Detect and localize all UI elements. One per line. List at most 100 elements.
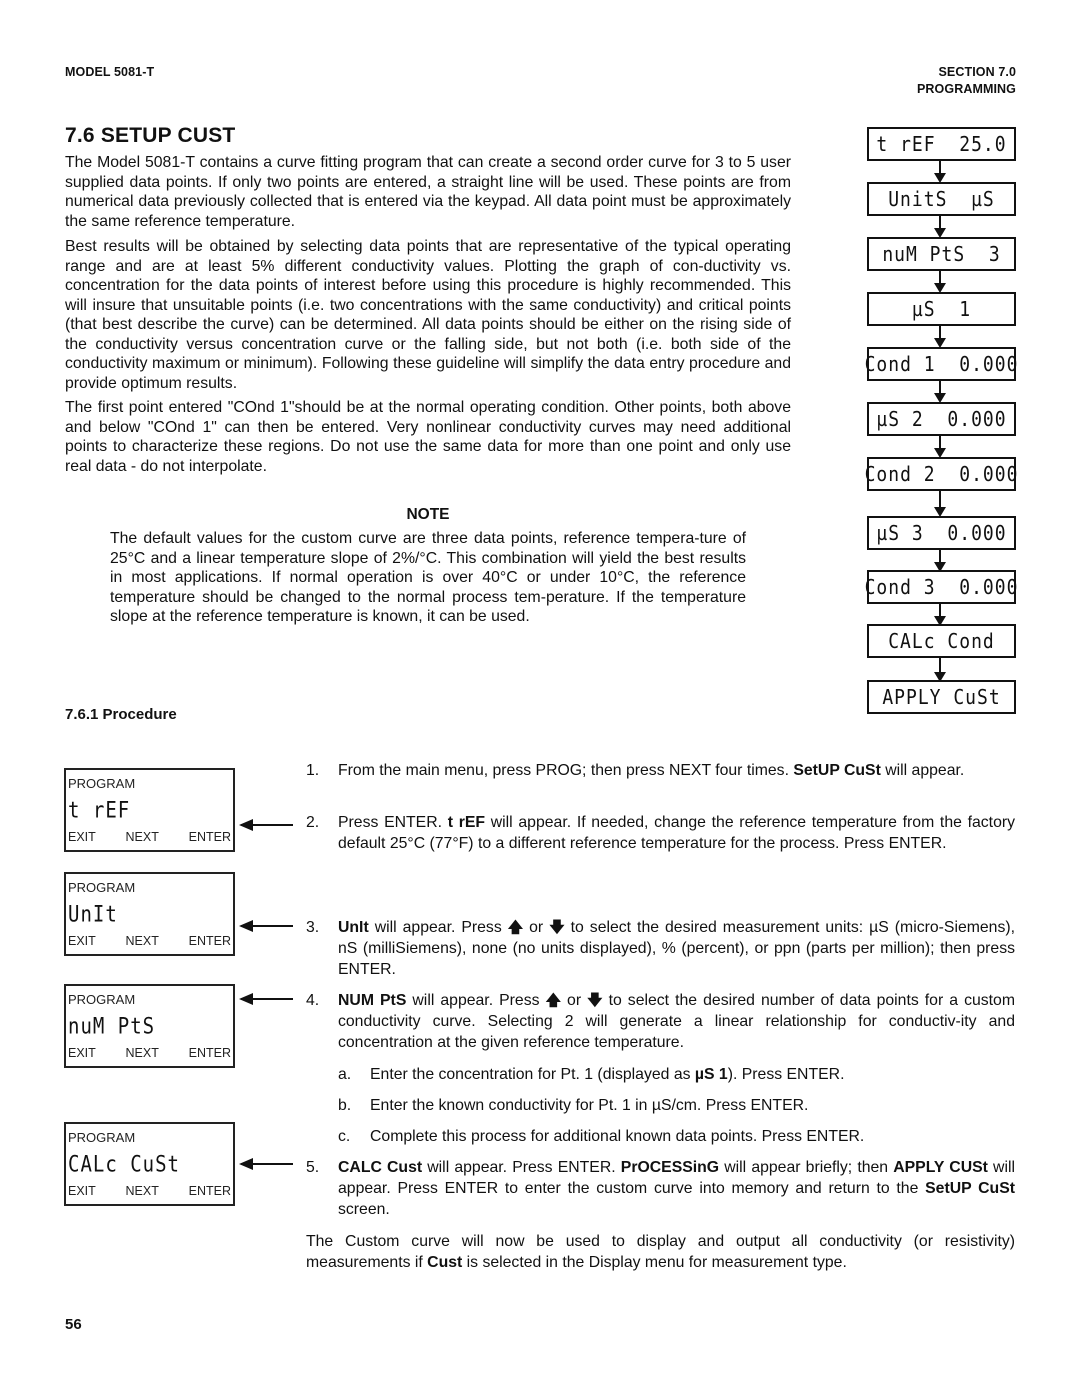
- screen-title: PROGRAM: [68, 1130, 136, 1145]
- flow-box-us1: µS 1: [867, 292, 1016, 326]
- substep-letter: b.: [338, 1097, 352, 1114]
- section-number: SECTION 7.0: [938, 65, 1016, 79]
- note-text: The default values for the custom curve …: [110, 530, 746, 625]
- closing-bold-term: Cust: [427, 1254, 463, 1271]
- substep-letter: c.: [338, 1128, 351, 1145]
- screen-display: t rEF: [68, 798, 131, 824]
- substep-text: Complete this process for additional kno…: [370, 1128, 865, 1145]
- down-arrow-icon: [934, 216, 946, 238]
- closing-paragraph: The Custom curve will now be used to dis…: [306, 1231, 1015, 1273]
- program-screen-calc-cust: PROGRAM CALc CuSt EXIT NEXT ENTER: [64, 1122, 235, 1206]
- step-bold-term: PrOCESSinG: [620, 1159, 720, 1176]
- step-bold-term: t rEF: [447, 814, 486, 831]
- down-arrow-icon: [934, 381, 946, 403]
- note-heading: NOTE: [406, 506, 450, 523]
- step-text: screen.: [338, 1201, 390, 1218]
- down-arrow-icon: [934, 550, 946, 572]
- section-header: SECTION 7.0 PROGRAMMING: [917, 64, 1016, 98]
- flow-box-cond3: Cond 3 0.000: [864, 570, 1019, 604]
- program-screen-unit: PROGRAM UnIt EXIT NEXT ENTER: [64, 872, 235, 956]
- screen-display: UnIt: [68, 902, 118, 928]
- screen-title: PROGRAM: [68, 880, 136, 895]
- down-arrow-icon: [934, 271, 946, 293]
- step-text: will appear briefly; then: [719, 1159, 894, 1176]
- substep-text: ). Press ENTER.: [727, 1066, 845, 1083]
- step-bold-term: UnIt: [338, 919, 369, 936]
- exit-key-label: EXIT: [68, 1184, 96, 1198]
- flow-display: nuM PtS 3: [882, 241, 1001, 267]
- enter-key-label: ENTER: [188, 1184, 231, 1198]
- next-key-label: NEXT: [125, 1046, 159, 1060]
- step-bold-term: SetUP CuSt: [793, 762, 881, 779]
- step-text: From the main menu, press PROG; then pre…: [338, 762, 794, 779]
- down-arrow-icon: [934, 604, 946, 626]
- flow-display: CALc Cond: [888, 628, 995, 654]
- step-text: will appear. Press: [406, 992, 546, 1009]
- procedure-step-4: 4. NUM PtS will appear. Press 🡅 or 🡇 to …: [306, 990, 1015, 1053]
- flow-box-tref: t rEF 25.0: [867, 127, 1016, 161]
- down-arrow-icon: [934, 161, 946, 183]
- flow-display: µS 2 0.000: [876, 406, 1007, 432]
- step-bold-term: NUM PtS: [338, 992, 407, 1009]
- step-number: 3.: [306, 919, 320, 936]
- procedure-step-1: 1. From the main menu, press PROG; then …: [306, 760, 1015, 781]
- next-key-label: NEXT: [125, 934, 159, 948]
- substep-bold-term: µS 1: [694, 1066, 728, 1083]
- down-arrow-icon: [934, 436, 946, 458]
- step-number: 4.: [306, 992, 320, 1009]
- closing-text: is selected in the Display menu for meas…: [462, 1254, 847, 1271]
- screen-title: PROGRAM: [68, 992, 136, 1007]
- best-results-paragraph: Best results will be obtained by selecti…: [65, 238, 791, 392]
- procedure-heading: 7.6.1 Procedure: [65, 706, 177, 723]
- flow-display: Cond 2 0.000: [864, 461, 1019, 487]
- down-arrow-icon: [934, 491, 946, 517]
- procedure-substep-a: a. Enter the concentration for Pt. 1 (di…: [338, 1064, 1015, 1085]
- up-arrow-icon: 🡅: [507, 919, 524, 936]
- substep-text: Enter the concentration for Pt. 1 (displ…: [370, 1066, 695, 1083]
- enter-key-label: ENTER: [188, 934, 231, 948]
- flow-box-units: UnitS µS: [867, 182, 1016, 216]
- flow-box-calc-cond: CALc Cond: [867, 624, 1016, 658]
- model-header: MODEL 5081-T: [65, 65, 155, 79]
- procedure-step-3: 3. UnIt will appear. Press 🡅 or 🡇 to sel…: [306, 917, 1015, 980]
- flow-display: Cond 3 0.000: [864, 574, 1019, 600]
- page-title: 7.6 SETUP CUST: [65, 124, 236, 147]
- step-bold-term: SetUP CuSt: [925, 1180, 1015, 1197]
- page-number: 56: [65, 1316, 82, 1333]
- step-bold-term: APPLY CUSt: [893, 1159, 988, 1176]
- procedure-substep-b: b. Enter the known conductivity for Pt. …: [338, 1095, 1015, 1116]
- enter-key-label: ENTER: [188, 1046, 231, 1060]
- flow-display: µS 3 0.000: [876, 520, 1007, 546]
- section-title: PROGRAMMING: [916, 82, 1016, 96]
- flow-display: µS 1: [911, 296, 972, 322]
- flow-display: t rEF 25.0: [876, 131, 1007, 157]
- flow-display: Cond 1 0.000: [864, 351, 1019, 377]
- flow-box-us3: µS 3 0.000: [867, 516, 1016, 550]
- flow-box-cond2: Cond 2 0.000: [864, 457, 1019, 491]
- procedure-step-2: 2. Press ENTER. t rEF will appear. If ne…: [306, 812, 1015, 854]
- screen-title: PROGRAM: [68, 776, 136, 791]
- step-text: will appear. Press: [368, 919, 508, 936]
- left-arrow-icon: [239, 819, 293, 831]
- step-text: or: [560, 992, 588, 1009]
- left-arrow-icon: [239, 993, 293, 1005]
- down-arrow-icon: [934, 658, 946, 682]
- left-arrow-icon: [239, 920, 293, 932]
- substep-text: Enter the known conductivity for Pt. 1 i…: [370, 1097, 809, 1114]
- step-number: 1.: [306, 762, 320, 779]
- flow-box-num-pts: nuM PtS 3: [867, 237, 1016, 271]
- exit-key-label: EXIT: [68, 934, 96, 948]
- flow-box-us2: µS 2 0.000: [867, 402, 1016, 436]
- down-arrow-icon: [934, 326, 946, 348]
- left-arrow-icon: [239, 1158, 293, 1170]
- down-arrow-icon: 🡇: [549, 919, 565, 936]
- intro-paragraph: The Model 5081-T contains a curve fittin…: [65, 154, 791, 230]
- first-point-paragraph: The first point entered "COnd 1"should b…: [65, 399, 791, 475]
- program-screen-tref: PROGRAM t rEF EXIT NEXT ENTER: [64, 768, 235, 852]
- step-bold-term: CALC Cust: [338, 1159, 423, 1176]
- exit-key-label: EXIT: [68, 1046, 96, 1060]
- step-text: will appear.: [880, 762, 965, 779]
- step-text: will appear. Press ENTER.: [422, 1159, 621, 1176]
- flow-display: UnitS µS: [888, 186, 995, 212]
- down-arrow-icon: 🡇: [587, 992, 603, 1009]
